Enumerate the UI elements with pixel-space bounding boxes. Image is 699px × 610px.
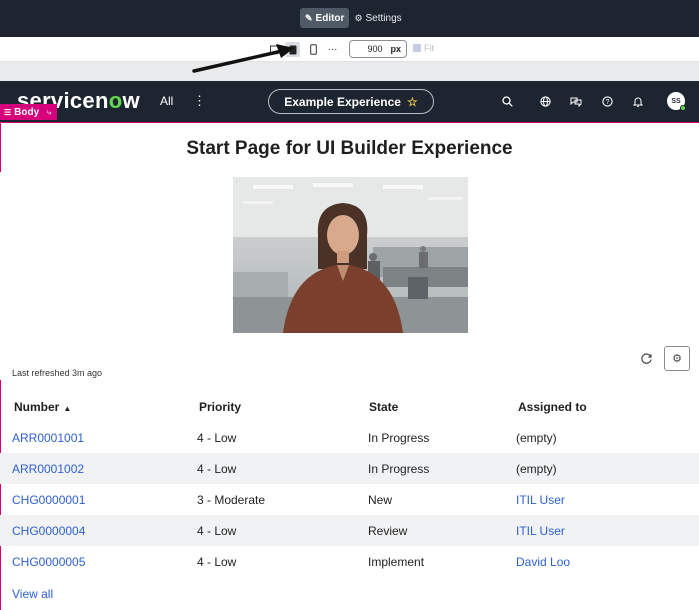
- canvas-gutter: [0, 62, 699, 81]
- presence-dot: [680, 105, 686, 111]
- list-settings-button[interactable]: ⚙: [664, 346, 690, 371]
- body-chip-label: Body: [14, 106, 40, 118]
- table-row[interactable]: ARR0001002 4 - Low In Progress (empty): [0, 453, 699, 484]
- fit-label: Fit: [424, 43, 434, 53]
- table-header-row: Number ▲ Priority State Assigned to: [0, 391, 699, 422]
- table-row[interactable]: ARR0001001 4 - Low In Progress (empty): [0, 422, 699, 453]
- logo-text-end: w: [122, 88, 140, 113]
- assigned-to-cell: (empty): [516, 462, 557, 476]
- record-list: Number ▲ Priority State Assigned to ARR00…: [0, 391, 699, 577]
- selection-outline-top: [0, 122, 699, 123]
- page-title: Start Page for UI Builder Experience: [186, 138, 513, 159]
- fit-checkbox[interactable]: [413, 44, 421, 52]
- user-avatar[interactable]: SS: [667, 92, 686, 111]
- help-icon[interactable]: ?: [599, 93, 615, 109]
- more-options-icon[interactable]: ···: [325, 42, 340, 57]
- globe-icon[interactable]: [537, 93, 553, 109]
- table-row[interactable]: CHG0000001 3 - Moderate New ITIL User: [0, 484, 699, 515]
- priority-cell: 4 - Low: [197, 431, 237, 445]
- avatar-initials: SS: [671, 97, 681, 105]
- svg-text:?: ?: [605, 99, 609, 106]
- settings-mode-button[interactable]: ⚙ Settings: [349, 8, 406, 28]
- annotation-arrow: [192, 44, 294, 73]
- state-cell: In Progress: [368, 431, 430, 445]
- servicenow-header: servicenow All ⋮ Example Experience ☆ ? …: [0, 81, 699, 122]
- record-number-link[interactable]: ARR0001001: [12, 431, 84, 445]
- more-menu-icon[interactable]: ⋮: [193, 93, 206, 109]
- record-number-link[interactable]: CHG0000004: [12, 524, 85, 538]
- view-all-link[interactable]: View all: [12, 587, 53, 601]
- viewport-toolbar: ··· 900 px Fit: [0, 37, 699, 62]
- fit-toggle[interactable]: Fit: [413, 43, 434, 53]
- notifications-bell-icon[interactable]: [630, 93, 646, 109]
- column-header-priority[interactable]: Priority: [199, 400, 241, 414]
- all-menu-link[interactable]: All: [160, 94, 173, 108]
- column-header-number[interactable]: Number ▲: [14, 400, 71, 414]
- assigned-to-cell: (empty): [516, 431, 557, 445]
- chat-icon[interactable]: [568, 93, 584, 109]
- mode-toggle: ✎ Editor ⚙ Settings: [300, 8, 407, 28]
- column-header-assigned-to[interactable]: Assigned to: [518, 400, 587, 414]
- assigned-to-link[interactable]: ITIL User: [516, 493, 565, 507]
- column-header-state[interactable]: State: [369, 400, 398, 414]
- table-row[interactable]: CHG0000005 4 - Low Implement David Loo: [0, 546, 699, 577]
- assigned-to-link[interactable]: David Loo: [516, 555, 570, 569]
- state-cell: Review: [368, 524, 408, 538]
- record-number-link[interactable]: CHG0000001: [12, 493, 85, 507]
- refresh-icon[interactable]: [638, 350, 654, 366]
- priority-cell: 4 - Low: [197, 555, 237, 569]
- editor-topbar: ✎ Editor ⚙ Settings: [0, 0, 699, 37]
- hero-image: [233, 177, 468, 333]
- last-refreshed-text: Last refreshed 3m ago: [12, 368, 103, 378]
- sort-ascending-icon[interactable]: ▲: [63, 404, 71, 413]
- select-parent-icon[interactable]: ⤷: [41, 104, 57, 120]
- mobile-view-icon[interactable]: [306, 42, 321, 57]
- priority-cell: 4 - Low: [197, 462, 237, 476]
- record-number-link[interactable]: CHG0000005: [12, 555, 85, 569]
- editor-mode-button[interactable]: ✎ Editor: [300, 8, 350, 28]
- body-chip-icon: ☰: [4, 107, 12, 117]
- search-icon[interactable]: [499, 93, 515, 109]
- state-cell: Implement: [368, 555, 425, 569]
- favorite-star-icon[interactable]: ☆: [407, 95, 418, 109]
- column-header-number-label: Number: [14, 400, 60, 414]
- priority-cell: 4 - Low: [197, 524, 237, 538]
- viewport-width-input[interactable]: 900 px: [349, 40, 407, 58]
- state-cell: New: [368, 493, 393, 507]
- record-number-link[interactable]: ARR0001002: [12, 462, 84, 476]
- priority-cell: 3 - Moderate: [197, 493, 266, 507]
- gear-icon: ⚙: [354, 12, 363, 23]
- body-selection-chip[interactable]: ☰ Body: [0, 104, 44, 120]
- experience-name-pill[interactable]: Example Experience ☆: [268, 89, 434, 114]
- state-cell: In Progress: [368, 462, 430, 476]
- pencil-icon: ✎: [305, 12, 313, 23]
- gear-icon: ⚙: [672, 353, 682, 365]
- experience-name: Example Experience: [284, 94, 401, 109]
- table-row[interactable]: CHG0000004 4 - Low Review ITIL User: [0, 515, 699, 546]
- assigned-to-link[interactable]: ITIL User: [516, 524, 565, 538]
- viewport-width-value: 900: [367, 44, 383, 54]
- viewport-width-unit: px: [390, 44, 401, 54]
- logo-text-o: o: [108, 88, 123, 113]
- settings-mode-label: Settings: [365, 12, 402, 24]
- editor-mode-label: Editor: [315, 12, 345, 24]
